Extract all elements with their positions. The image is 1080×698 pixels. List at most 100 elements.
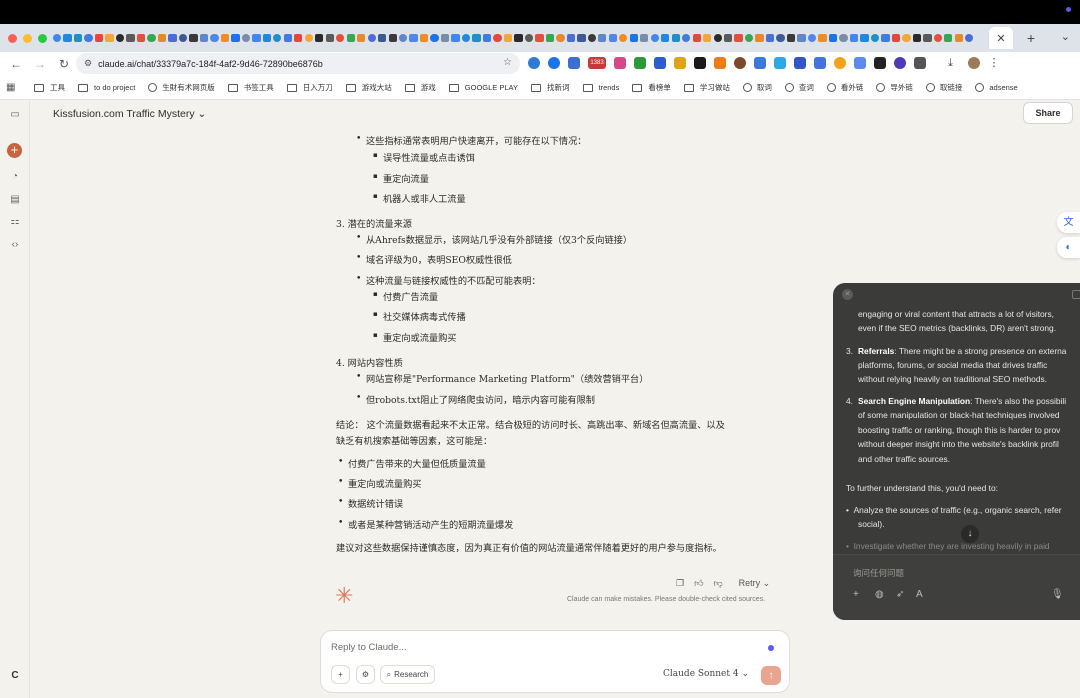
bookmark-item[interactable]: 取词 — [742, 82, 772, 93]
puzzle-ext-icon[interactable] — [568, 57, 580, 69]
pinned-tab-favicon-icon[interactable] — [661, 33, 670, 43]
pinned-tab-favicon-icon[interactable] — [63, 33, 72, 43]
pinned-tab-favicon-icon[interactable] — [178, 33, 188, 43]
pinned-tab-favicon-icon[interactable] — [765, 33, 775, 43]
pinned-tab-favicon-icon[interactable] — [619, 33, 628, 43]
pinned-tab-favicon-icon[interactable] — [126, 33, 135, 43]
green-ext-icon[interactable] — [634, 57, 646, 69]
pinned-tab-favicon-icon[interactable] — [734, 33, 743, 43]
pinned-tab-favicon-icon[interactable] — [598, 33, 607, 43]
maximize-window-button[interactable] — [38, 33, 47, 43]
pinned-tab-favicon-icon[interactable] — [482, 33, 492, 43]
pinned-tab-favicon-icon[interactable] — [650, 33, 659, 43]
pinned-tab-favicon-icon[interactable] — [839, 33, 848, 43]
back-button[interactable]: ← — [4, 57, 28, 71]
pinned-tab-favicon-icon[interactable] — [231, 33, 240, 43]
pub-ext-icon[interactable] — [874, 57, 886, 69]
yellow-ext-icon[interactable] — [674, 57, 686, 69]
pinned-tab-favicon-icon[interactable] — [724, 33, 733, 43]
bookmark-item[interactable]: 导外链 — [876, 82, 913, 93]
plus-icon[interactable]: + — [853, 589, 859, 600]
pinned-tab-favicon-icon[interactable] — [828, 33, 838, 43]
bookmark-item[interactable]: 看榜单 — [632, 82, 671, 93]
pinned-tab-favicon-icon[interactable] — [933, 33, 942, 43]
pinned-tab-favicon-icon[interactable] — [503, 33, 513, 43]
reload-button[interactable]: ↻ — [52, 57, 76, 71]
bookmark-item[interactable]: 生財有术网页版 — [148, 82, 215, 93]
model-selector[interactable]: Claude Sonnet 4 ⌄ — [663, 669, 749, 679]
pinned-tab-favicon-icon[interactable] — [535, 33, 544, 43]
pinned-tab-favicon-icon[interactable] — [703, 33, 712, 43]
chat-title[interactable]: Kissfusion.com Traffic Mystery ⌄ — [53, 108, 206, 120]
tab-search-chevron-icon[interactable]: ⌄ — [1061, 30, 1070, 43]
pinned-tab-favicon-icon[interactable] — [671, 33, 680, 43]
pinned-tab-favicon-icon[interactable] — [744, 33, 754, 43]
bookmark-item[interactable]: 书签工具 — [227, 82, 274, 93]
pinned-tab-favicon-icon[interactable] — [336, 33, 345, 43]
pinned-tab-favicon-icon[interactable] — [168, 33, 177, 43]
site-info-icon[interactable]: ⚙ — [84, 58, 92, 69]
pinned-tab-favicon-icon[interactable] — [807, 33, 817, 43]
pinned-tab-favicon-icon[interactable] — [398, 33, 408, 43]
close-window-button[interactable] — [8, 33, 17, 43]
pinned-tab-favicon-icon[interactable] — [94, 33, 104, 43]
panel-ask-input[interactable]: 询问任何问题 — [853, 567, 904, 579]
apps-grid-icon[interactable]: ▦ — [6, 82, 26, 93]
add-attachment-button[interactable]: + — [331, 665, 350, 684]
bookmark-item[interactable]: to do project — [78, 83, 135, 92]
pinned-tab-favicon-icon[interactable] — [965, 33, 974, 43]
chats-icon[interactable]: ◔ — [9, 171, 21, 183]
pinned-tab-favicon-icon[interactable] — [115, 33, 125, 43]
pinned-tab-favicon-icon[interactable] — [105, 33, 114, 43]
pinned-tab-favicon-icon[interactable] — [241, 33, 251, 43]
pinned-tab-favicon-icon[interactable] — [189, 33, 198, 43]
bookmark-item[interactable]: 取链接 — [925, 82, 962, 93]
expand-icon[interactable] — [1072, 290, 1080, 299]
bookmark-item[interactable]: 日入万刀 — [286, 82, 333, 93]
pinned-tab-favicon-icon[interactable] — [262, 33, 271, 43]
new-tab-button[interactable]: + — [1021, 30, 1041, 46]
pinned-tab-favicon-icon[interactable] — [367, 33, 376, 43]
pinned-tab-favicon-icon[interactable] — [818, 33, 827, 43]
badge-ext-icon[interactable]: 1383 — [588, 57, 606, 69]
pinned-tab-favicon-icon[interactable] — [608, 33, 617, 43]
share-button[interactable]: Share — [1023, 102, 1073, 124]
download-icon[interactable]: ⤓ — [948, 57, 960, 69]
pinned-tab-favicon-icon[interactable] — [524, 33, 534, 43]
pinned-tab-favicon-icon[interactable] — [755, 33, 764, 43]
translate-ext-icon[interactable] — [754, 57, 766, 69]
notif-ext-icon[interactable] — [894, 57, 906, 69]
pinned-tab-favicon-icon[interactable] — [493, 33, 502, 43]
code-icon[interactable]: ‹› — [9, 239, 21, 251]
cloud-ext-icon[interactable] — [528, 57, 540, 69]
pinned-tab-favicon-icon[interactable] — [283, 33, 292, 43]
font-icon[interactable]: A — [916, 589, 923, 600]
extension-float-icon[interactable]: ◐ — [1057, 237, 1080, 258]
pinned-tab-favicon-icon[interactable] — [357, 33, 366, 43]
g-ext-icon[interactable] — [548, 57, 560, 69]
pinned-tab-favicon-icon[interactable] — [472, 33, 481, 43]
new-chat-button[interactable]: + — [7, 143, 22, 158]
bookmark-item[interactable]: 学习做站 — [683, 82, 730, 93]
cookie-ext-icon[interactable] — [734, 57, 746, 69]
bookmark-item[interactable]: 工具 — [34, 82, 65, 93]
pinned-tab-favicon-icon[interactable] — [912, 33, 922, 43]
pinned-tab-favicon-icon[interactable] — [388, 33, 397, 43]
pinned-tab-favicon-icon[interactable] — [73, 33, 83, 43]
rocket-icon[interactable]: ➶ — [896, 589, 904, 600]
minimize-window-button[interactable] — [23, 33, 32, 43]
bookmark-item[interactable]: trends — [582, 83, 619, 92]
bookmark-item[interactable]: 查词 — [784, 82, 814, 93]
pinned-tab-favicon-icon[interactable] — [273, 33, 282, 43]
pinned-tab-favicon-icon[interactable] — [409, 33, 418, 43]
pinned-tab-favicon-icon[interactable] — [252, 33, 261, 43]
projects-icon[interactable]: ▤ — [9, 194, 21, 206]
pinned-tab-favicon-icon[interactable] — [923, 33, 932, 43]
pinned-tab-favicon-icon[interactable] — [587, 33, 596, 43]
bookmark-item[interactable]: 游戏大站 — [345, 82, 392, 93]
w-ext-icon[interactable] — [834, 57, 846, 69]
pinned-tab-favicon-icon[interactable] — [430, 33, 439, 43]
pinned-tab-favicon-icon[interactable] — [891, 33, 901, 43]
pinned-tab-favicon-icon[interactable] — [860, 33, 869, 43]
pinned-tab-favicon-icon[interactable] — [157, 33, 167, 43]
